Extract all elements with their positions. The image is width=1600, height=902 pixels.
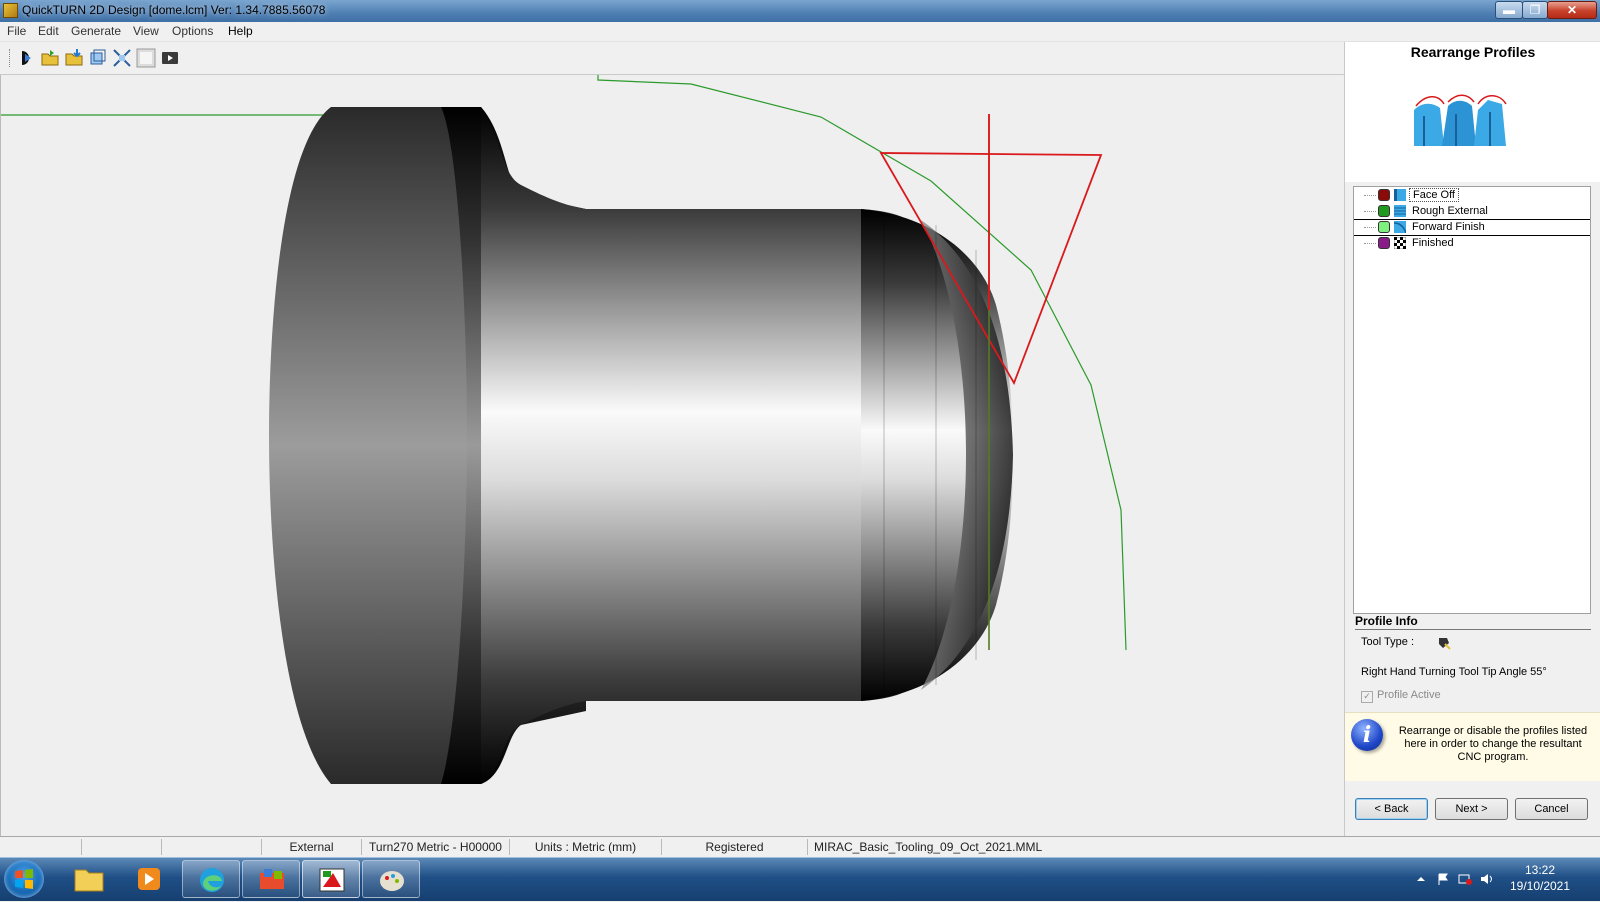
taskbar-edge[interactable] (182, 860, 240, 898)
minimize-button[interactable]: ▬ (1495, 1, 1523, 19)
rearrange-profiles-illustration-icon (1414, 94, 1507, 146)
save-file-icon[interactable] (64, 48, 84, 68)
info-text: Rearrange or disable the profiles listed… (1398, 725, 1588, 763)
windows-logo-icon (15, 869, 33, 889)
tray-clock[interactable]: 13:22 19/10/2021 (1500, 862, 1580, 894)
media-player-icon (138, 868, 160, 890)
taskbar-media-player[interactable] (120, 860, 178, 898)
info-icon: i (1351, 719, 1383, 751)
tree-connector (1364, 243, 1376, 244)
back-button[interactable]: < Back (1355, 798, 1428, 820)
edge-browser-icon (200, 868, 224, 892)
profile-list[interactable]: Face Off Rough External Forward Finish F… (1353, 186, 1591, 614)
status-license: Registered (662, 839, 808, 855)
part-render (1, 75, 1127, 784)
turning-tool-icon (1439, 638, 1451, 650)
status-cell-empty-3 (162, 839, 262, 855)
profile-label: Face Off (1409, 188, 1459, 202)
profile-row-finished[interactable]: Finished (1354, 235, 1590, 251)
profile-row-face-off[interactable]: Face Off (1354, 187, 1590, 203)
rough-external-icon (1394, 205, 1406, 217)
3d-view-icon[interactable] (88, 48, 108, 68)
checkbox-check-icon[interactable]: ✓ (1361, 691, 1373, 703)
app-toolbox-icon (260, 869, 284, 889)
face-off-icon (1394, 189, 1406, 201)
toolbar-grip[interactable] (9, 49, 12, 67)
status-mode: External (262, 839, 362, 855)
tree-connector (1364, 195, 1376, 196)
status-machine: Turn270 Metric - H00000 (362, 839, 510, 855)
network-icon[interactable] (1458, 872, 1472, 886)
wizard-panel: Rearrange Profiles Face Off Rough Extern… (1344, 42, 1600, 836)
profile-label: Rough External (1412, 205, 1488, 217)
3d-viewport[interactable] (0, 75, 1343, 836)
profile-info-heading: Profile Info (1355, 614, 1591, 630)
next-button[interactable]: Next > (1435, 798, 1508, 820)
status-units: Units : Metric (mm) (510, 839, 662, 855)
title-bar: QuickTURN 2D Design [dome.lcm] Ver: 1.34… (0, 0, 1600, 22)
maximize-button[interactable]: ❐ (1522, 1, 1548, 19)
checkered-flag-icon (1394, 237, 1406, 249)
profile-row-rough-external[interactable]: Rough External (1354, 203, 1590, 220)
info-box: i Rearrange or disable the profiles list… (1345, 712, 1600, 781)
profile-color-swatch (1378, 205, 1390, 217)
menu-view[interactable]: View (133, 24, 159, 38)
profile-active-checkbox[interactable]: ✓ Profile Active (1361, 689, 1441, 703)
quickturn-app-icon (319, 868, 345, 892)
show-hidden-icons-icon[interactable] (1414, 872, 1428, 886)
status-tooling-file: MIRAC_Basic_Tooling_09_Oct_2021.MML (814, 840, 1043, 854)
close-button[interactable]: ✕ (1547, 1, 1597, 19)
fit-view-icon[interactable] (112, 48, 132, 68)
menu-file[interactable]: File (7, 24, 26, 38)
folder-icon (74, 869, 104, 892)
taskbar-paint[interactable] (362, 860, 420, 898)
open-file-icon[interactable] (40, 48, 60, 68)
action-center-flag-icon[interactable] (1436, 872, 1450, 886)
clock-time: 13:22 (1524, 863, 1556, 877)
profile-label: Forward Finish (1412, 221, 1485, 233)
paint-palette-icon (380, 871, 404, 891)
menu-generate[interactable]: Generate (71, 24, 121, 38)
tree-connector (1364, 211, 1376, 212)
taskbar: 13:22 19/10/2021 (0, 857, 1600, 901)
profile-active-label: Profile Active (1377, 689, 1441, 701)
volume-icon[interactable] (1480, 872, 1494, 886)
status-bar: External Turn270 Metric - H00000 Units :… (0, 836, 1600, 857)
main-body (481, 107, 911, 784)
profile-color-swatch (1378, 189, 1390, 201)
menu-options[interactable]: Options (172, 24, 213, 38)
start-button[interactable] (4, 860, 44, 898)
cancel-button[interactable]: Cancel (1515, 798, 1588, 820)
menu-edit[interactable]: Edit (38, 24, 59, 38)
menu-bar: File Edit Generate View Options Help (0, 22, 1600, 42)
taskbar-quickturn[interactable] (302, 860, 360, 898)
taskbar-file-explorer[interactable] (60, 860, 118, 898)
tool-type-label: Tool Type : (1361, 636, 1414, 648)
tree-connector (1364, 227, 1376, 228)
window-title: QuickTURN 2D Design [dome.lcm] Ver: 1.34… (22, 3, 326, 17)
clock-date: 19/10/2021 (1509, 879, 1571, 893)
profile-color-swatch (1378, 237, 1390, 249)
forward-finish-icon (1394, 221, 1406, 233)
app-icon (3, 3, 18, 18)
stop-icon[interactable] (136, 48, 156, 68)
taskbar-app-1[interactable] (242, 860, 300, 898)
toolbar (0, 42, 1345, 75)
menu-help[interactable]: Help (228, 24, 253, 38)
tool-description: Right Hand Turning Tool Tip Angle 55° (1361, 666, 1547, 678)
status-cell-empty-2 (82, 839, 162, 855)
run-simulation-icon[interactable] (16, 48, 36, 68)
panel-title: Rearrange Profiles (1410, 44, 1536, 60)
flange-face (269, 107, 481, 784)
play-icon[interactable] (160, 48, 180, 68)
panel-header: Rearrange Profiles (1345, 42, 1600, 182)
profile-color-swatch (1378, 221, 1390, 233)
status-cell-empty-1 (2, 839, 82, 855)
profile-row-forward-finish[interactable]: Forward Finish (1354, 219, 1590, 236)
profile-label: Finished (1412, 237, 1454, 249)
